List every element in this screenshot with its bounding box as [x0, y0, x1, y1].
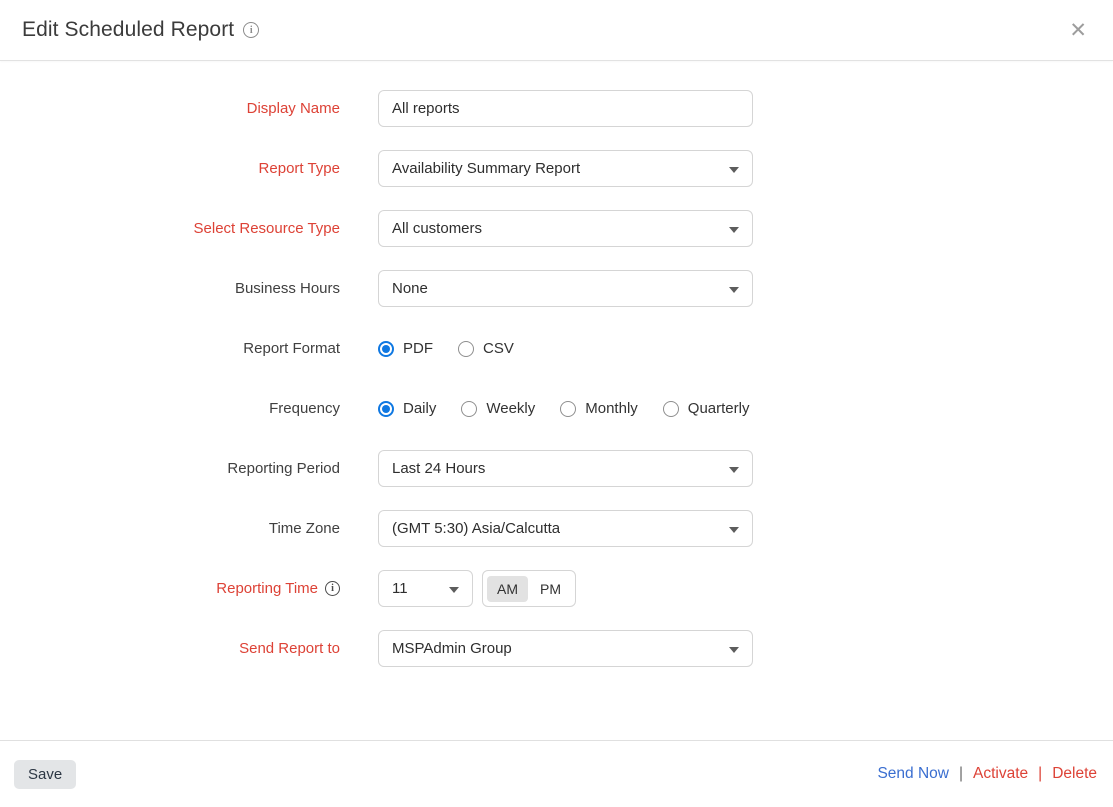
- radio-option-daily[interactable]: Daily: [378, 400, 436, 417]
- dialog-header: Edit Scheduled Report i ✕: [0, 0, 1113, 61]
- resource-type-dropdown[interactable]: All customers: [378, 210, 753, 247]
- resource-type-value: All customers: [392, 220, 482, 237]
- radio-option-label: CSV: [483, 340, 514, 357]
- radio-option-pdf[interactable]: PDF: [378, 340, 433, 357]
- radio-option-quarterly[interactable]: Quarterly: [663, 400, 750, 417]
- report-format-label: Report Format: [0, 340, 340, 357]
- report-type-dropdown[interactable]: Availability Summary Report: [378, 150, 753, 187]
- form-row-time-zone: Time Zone (GMT 5:30) Asia/Calcutta: [0, 510, 1113, 547]
- reporting-time-label: Reporting Time i: [0, 580, 340, 597]
- radio-icon: [378, 401, 394, 417]
- frequency-label: Frequency: [0, 400, 340, 417]
- meridiem-segment-am[interactable]: AM: [487, 576, 528, 602]
- reporting-hour-dropdown[interactable]: 11: [378, 570, 473, 607]
- reporting-period-dropdown[interactable]: Last 24 Hours: [378, 450, 753, 487]
- radio-icon: [458, 341, 474, 357]
- page-title: Edit Scheduled Report: [22, 18, 234, 42]
- radio-option-csv[interactable]: CSV: [458, 340, 514, 357]
- radio-icon: [461, 401, 477, 417]
- radio-icon: [560, 401, 576, 417]
- time-zone-dropdown[interactable]: (GMT 5:30) Asia/Calcutta: [378, 510, 753, 547]
- delete-link[interactable]: Delete: [1052, 765, 1097, 783]
- radio-option-monthly[interactable]: Monthly: [560, 400, 638, 417]
- frequency-radio-group: Daily Weekly Monthly Quarterly: [378, 400, 749, 417]
- business-hours-dropdown[interactable]: None: [378, 270, 753, 307]
- chevron-down-icon: [729, 167, 739, 173]
- close-icon[interactable]: ✕: [1065, 18, 1091, 43]
- form-row-report-format: Report Format PDF CSV: [0, 330, 1113, 367]
- send-report-to-dropdown[interactable]: MSPAdmin Group: [378, 630, 753, 667]
- meridiem-segment-pm[interactable]: PM: [530, 576, 571, 602]
- radio-option-weekly[interactable]: Weekly: [461, 400, 535, 417]
- link-separator: |: [959, 765, 963, 783]
- save-button[interactable]: Save: [14, 760, 76, 789]
- link-separator: |: [1038, 765, 1042, 783]
- form-row-frequency: Frequency Daily Weekly Monthly Quarterly: [0, 390, 1113, 427]
- form-row-resource-type: Select Resource Type All customers: [0, 210, 1113, 247]
- chevron-down-icon: [449, 587, 459, 593]
- form-row-display-name: Display Name: [0, 90, 1113, 127]
- form-row-report-type: Report Type Availability Summary Report: [0, 150, 1113, 187]
- time-zone-label: Time Zone: [0, 520, 340, 537]
- form-row-send-report-to: Send Report to MSPAdmin Group: [0, 630, 1113, 667]
- chevron-down-icon: [729, 647, 739, 653]
- report-type-label: Report Type: [0, 160, 340, 177]
- resource-type-label: Select Resource Type: [0, 220, 340, 237]
- title-info-icon[interactable]: i: [243, 22, 259, 38]
- form-row-business-hours: Business Hours None: [0, 270, 1113, 307]
- dialog-body: Display Name Report Type Availability Su…: [0, 61, 1113, 667]
- radio-icon: [378, 341, 394, 357]
- form-row-reporting-time: Reporting Time i 11 AMPM: [0, 570, 1113, 607]
- chevron-down-icon: [729, 287, 739, 293]
- meridiem-toggle: AMPM: [482, 570, 576, 607]
- chevron-down-icon: [729, 527, 739, 533]
- activate-link[interactable]: Activate: [973, 765, 1028, 783]
- reporting-hour-value: 11: [392, 580, 408, 597]
- reporting-period-value: Last 24 Hours: [392, 460, 485, 477]
- business-hours-value: None: [392, 280, 428, 297]
- footer-links: Send Now | Activate | Delete: [877, 765, 1097, 783]
- reporting-time-info-icon[interactable]: i: [325, 581, 340, 596]
- dialog-footer: Save Send Now | Activate | Delete: [0, 740, 1113, 807]
- edit-scheduled-report-dialog: Edit Scheduled Report i ✕ Display Name R…: [0, 0, 1113, 807]
- report-format-radio-group: PDF CSV: [378, 340, 514, 357]
- send-report-to-value: MSPAdmin Group: [392, 640, 512, 657]
- reporting-period-label: Reporting Period: [0, 460, 340, 477]
- radio-option-label: Monthly: [585, 400, 638, 417]
- radio-option-label: PDF: [403, 340, 433, 357]
- reporting-time-label-text: Reporting Time: [216, 580, 318, 597]
- radio-option-label: Weekly: [486, 400, 535, 417]
- send-report-to-label: Send Report to: [0, 640, 340, 657]
- radio-icon: [663, 401, 679, 417]
- form-row-reporting-period: Reporting Period Last 24 Hours: [0, 450, 1113, 487]
- send-now-link[interactable]: Send Now: [877, 765, 949, 783]
- radio-option-label: Quarterly: [688, 400, 750, 417]
- time-zone-value: (GMT 5:30) Asia/Calcutta: [392, 520, 560, 537]
- chevron-down-icon: [729, 227, 739, 233]
- report-type-value: Availability Summary Report: [392, 160, 580, 177]
- display-name-label: Display Name: [0, 100, 340, 117]
- display-name-input[interactable]: [378, 90, 753, 127]
- radio-option-label: Daily: [403, 400, 436, 417]
- business-hours-label: Business Hours: [0, 280, 340, 297]
- chevron-down-icon: [729, 467, 739, 473]
